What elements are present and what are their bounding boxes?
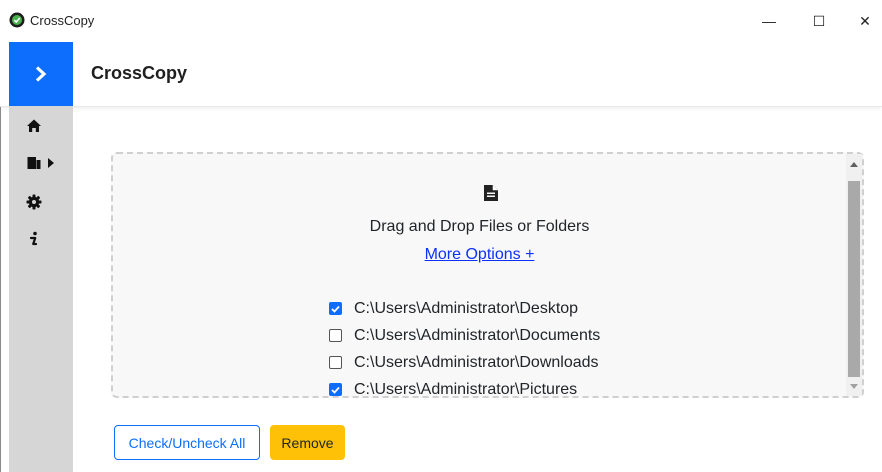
more-options-link[interactable]: More Options + — [113, 246, 846, 264]
maximize-button[interactable]: ☐ — [796, 0, 842, 42]
scrollbar-thumb[interactable] — [848, 181, 860, 377]
more-options-label[interactable]: More Options + — [425, 246, 535, 263]
list-item: C:\Users\Administrator\Pictures — [329, 376, 600, 398]
sidebar — [9, 106, 73, 472]
path-label: C:\Users\Administrator\Pictures — [354, 380, 578, 398]
home-icon — [27, 119, 41, 132]
check-icon — [331, 305, 340, 313]
minimize-button[interactable]: — — [746, 0, 792, 42]
list-item: C:\Users\Administrator\Documents — [329, 322, 600, 349]
drop-zone[interactable]: Drag and Drop Files or Folders More Opti… — [111, 152, 864, 398]
vertical-scrollbar[interactable] — [846, 154, 862, 396]
info-icon — [29, 231, 38, 246]
check-icon — [331, 386, 340, 394]
window-title: CrossCopy — [30, 13, 95, 28]
path-label: C:\Users\Administrator\Downloads — [354, 353, 599, 371]
arrow-up-icon — [850, 161, 858, 167]
file-icon — [484, 185, 498, 201]
title-bar[interactable]: CrossCopy — ☐ ✕ — [0, 0, 882, 42]
path-label: C:\Users\Administrator\Desktop — [354, 299, 579, 317]
sidebar-item-info[interactable] — [9, 222, 73, 256]
arrow-down-icon — [850, 383, 858, 389]
scroll-down-button[interactable] — [846, 378, 862, 394]
menu-toggle-button[interactable] — [9, 42, 73, 106]
sidebar-item-settings[interactable] — [9, 185, 73, 219]
check-uncheck-all-button[interactable]: Check/Uncheck All — [114, 425, 260, 460]
list-item: C:\Users\Administrator\Downloads — [329, 349, 600, 376]
remove-button[interactable]: Remove — [270, 425, 345, 460]
chevron-right-icon — [35, 66, 47, 82]
checkbox-checked[interactable] — [329, 302, 342, 315]
page-title: CrossCopy — [91, 63, 188, 83]
close-button[interactable]: ✕ — [842, 0, 882, 42]
sidebar-item-home[interactable] — [9, 109, 73, 143]
bookmark-icon — [27, 157, 41, 169]
gear-icon — [26, 194, 42, 210]
checkbox-unchecked[interactable] — [329, 356, 342, 369]
scroll-up-button[interactable] — [846, 156, 862, 172]
list-item: C:\Users\Administrator\Desktop — [329, 295, 600, 322]
app-logo-icon — [9, 12, 25, 28]
caret-right-icon — [48, 158, 54, 168]
checkbox-checked[interactable] — [329, 383, 342, 396]
checkbox-unchecked[interactable] — [329, 329, 342, 342]
drop-instructions: Drag and Drop Files or Folders — [369, 218, 590, 235]
path-label: C:\Users\Administrator\Documents — [354, 326, 601, 344]
path-list: C:\Users\Administrator\Desktop C:\Users\… — [329, 295, 600, 398]
sidebar-item-bookmarks[interactable] — [9, 146, 73, 180]
